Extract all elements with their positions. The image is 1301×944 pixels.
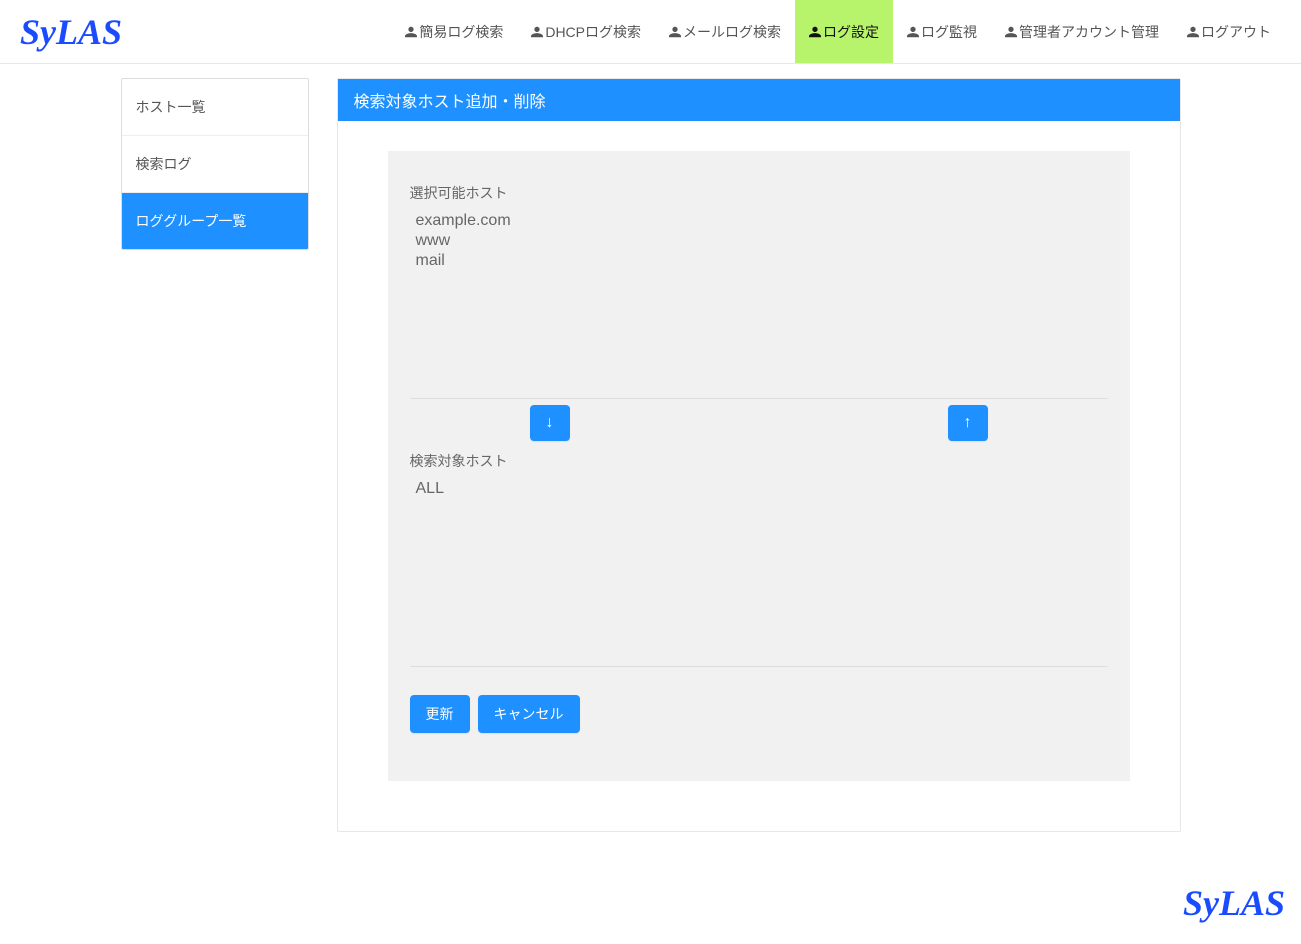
action-row: 更新 キャンセル [410,695,1108,733]
available-hosts-listbox[interactable]: example.comwwwmail [410,207,1108,399]
user-icon [531,26,543,38]
sidebar: ホスト一覧検索ログロググループ一覧 [121,78,309,250]
user-icon [405,26,417,38]
user-icon [907,26,919,38]
sidebar-item-1[interactable]: 検索ログ [122,136,308,193]
target-host-option[interactable]: ALL [414,479,1104,499]
nav-item-1[interactable]: DHCPログ検索 [517,0,655,63]
target-hosts-label: 検索対象ホスト [410,451,1108,471]
move-down-button[interactable]: ↓ [530,405,570,441]
panel-body: 選択可能ホスト example.comwwwmail ↓ ↑ 検索対象ホスト A… [338,121,1180,831]
cancel-button[interactable]: キャンセル [478,695,580,733]
available-host-option[interactable]: example.com [414,211,1104,231]
nav-item-5[interactable]: 管理者アカウント管理 [991,0,1173,63]
footer-brand: SyLAS [1183,883,1285,923]
user-icon [809,26,821,38]
user-icon [1187,26,1199,38]
update-button[interactable]: 更新 [410,695,470,733]
navbar: SyLAS 簡易ログ検索 DHCPログ検索 メールログ検索 ログ設定 ログ監視 管理者アカ… [0,0,1301,64]
user-icon [1005,26,1017,38]
brand-logo[interactable]: SyLAS [16,11,122,53]
main-panel: 検索対象ホスト追加・削除 選択可能ホスト example.comwwwmail … [337,78,1181,832]
nav-item-2[interactable]: メールログ検索 [655,0,795,63]
available-host-option[interactable]: mail [414,251,1104,271]
arrow-row: ↓ ↑ [410,401,1108,445]
nav-item-6[interactable]: ログアウト [1173,0,1285,63]
nav-item-4[interactable]: ログ監視 [893,0,991,63]
nav-item-label: 管理者アカウント管理 [1019,22,1159,42]
available-host-option[interactable]: www [414,231,1104,251]
nav-item-label: DHCPログ検索 [545,22,641,42]
nav-item-3[interactable]: ログ設定 [795,0,893,63]
panel-title: 検索対象ホスト追加・削除 [338,79,1180,121]
page-container: ホスト一覧検索ログロググループ一覧 検索対象ホスト追加・削除 選択可能ホスト e… [111,64,1191,872]
nav-item-label: メールログ検索 [683,22,781,42]
target-hosts-listbox[interactable]: ALL [410,475,1108,667]
nav-item-label: 簡易ログ検索 [419,22,503,42]
user-icon [669,26,681,38]
footer: SyLAS [0,872,1301,944]
nav-items: 簡易ログ検索 DHCPログ検索 メールログ検索 ログ設定 ログ監視 管理者アカウント管理 ロ… [391,0,1285,63]
move-up-button[interactable]: ↑ [948,405,988,441]
sidebar-item-label: 検索ログ [136,156,192,172]
inner-panel: 選択可能ホスト example.comwwwmail ↓ ↑ 検索対象ホスト A… [388,151,1130,781]
nav-item-0[interactable]: 簡易ログ検索 [391,0,517,63]
sidebar-item-2[interactable]: ロググループ一覧 [122,193,308,249]
nav-item-label: ログアウト [1201,22,1271,42]
sidebar-item-label: ホスト一覧 [136,99,206,115]
sidebar-item-label: ロググループ一覧 [136,213,247,229]
nav-item-label: ログ監視 [921,22,977,42]
nav-item-label: ログ設定 [823,22,879,42]
sidebar-item-0[interactable]: ホスト一覧 [122,79,308,136]
available-hosts-label: 選択可能ホスト [410,183,1108,203]
